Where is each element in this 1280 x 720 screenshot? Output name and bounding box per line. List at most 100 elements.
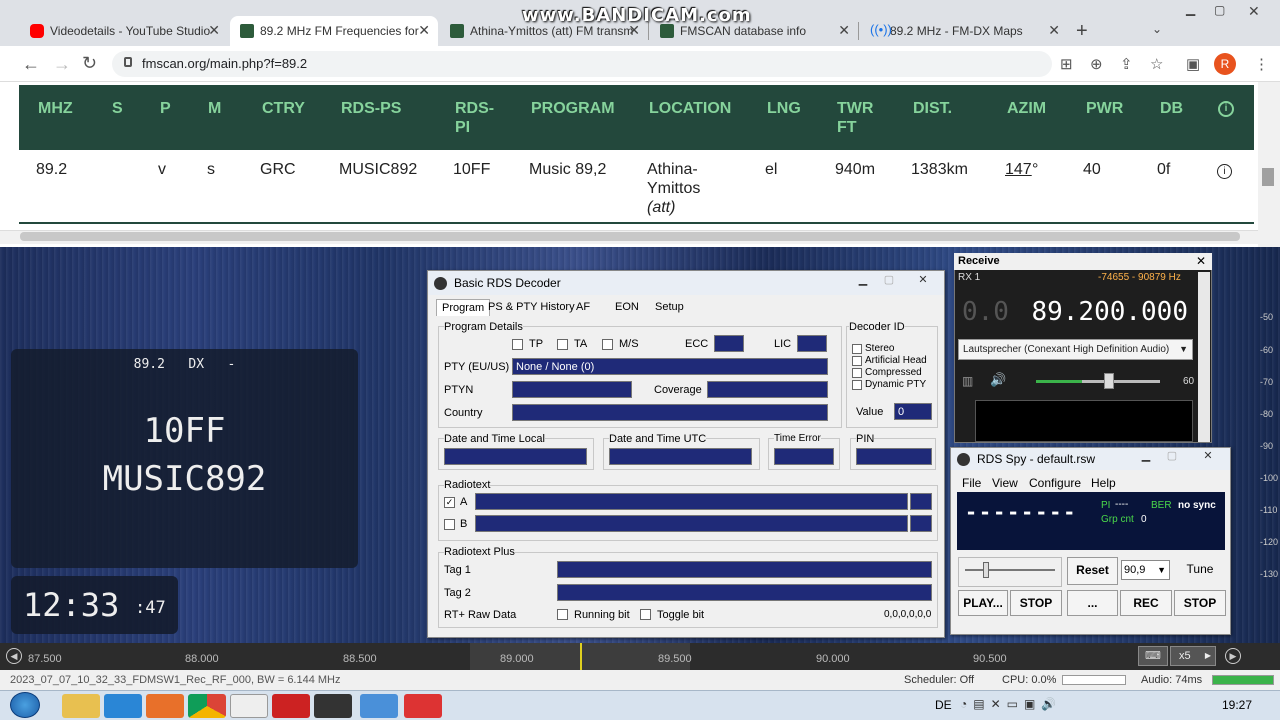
col-ctry[interactable]: CTRY: [262, 99, 305, 118]
frequency-select[interactable]: 90,9 ▼: [1121, 560, 1170, 580]
firefox-icon[interactable]: [146, 694, 184, 718]
tab-program[interactable]: Program: [436, 299, 491, 316]
close-icon[interactable]: ✕: [1196, 254, 1206, 268]
keyboard-icon[interactable]: ⌨: [1138, 646, 1168, 666]
bandicam-app-icon[interactable]: [404, 694, 442, 718]
tab-af[interactable]: AF: [576, 301, 590, 313]
window-title[interactable]: RDS Spy - default.rsw: [951, 448, 1230, 470]
row-info-icon[interactable]: i: [1217, 164, 1232, 179]
profile-avatar[interactable]: R: [1214, 53, 1236, 75]
rds-app-icon[interactable]: [230, 694, 268, 718]
zoom-icon[interactable]: ⊕: [1090, 55, 1103, 73]
scroll-left-icon[interactable]: ◀: [6, 648, 22, 664]
minimize-icon[interactable]: ▁: [1135, 449, 1157, 465]
menu-icon[interactable]: ⋮: [1254, 55, 1269, 73]
frequency-display[interactable]: 89.200.000: [958, 294, 1194, 330]
reload-icon[interactable]: ↻: [82, 53, 97, 74]
col-m[interactable]: M: [208, 99, 221, 118]
minimize-icon[interactable]: ▁: [1186, 2, 1195, 16]
maximize-icon[interactable]: ▢: [878, 273, 900, 289]
close-icon[interactable]: ✕: [912, 273, 934, 289]
cell-location[interactable]: Athina-Ymittos: [647, 160, 717, 198]
col-lng[interactable]: LNG: [767, 99, 801, 118]
stop-play-button[interactable]: STOP: [1010, 590, 1062, 616]
maximize-icon[interactable]: ▢: [1161, 449, 1183, 465]
col-pwr[interactable]: PWR: [1086, 99, 1123, 118]
col-s[interactable]: S: [112, 99, 123, 118]
close-icon[interactable]: ✕: [208, 22, 220, 39]
close-window-icon[interactable]: ✕: [1248, 3, 1260, 20]
record-app-icon[interactable]: [272, 694, 310, 718]
receive-title[interactable]: Receive: [954, 253, 1212, 270]
rt-a-checkbox[interactable]: ✓: [444, 497, 455, 508]
scroll-right-icon[interactable]: ▶: [1225, 648, 1241, 664]
volume-thumb[interactable]: [1104, 373, 1114, 389]
col-p[interactable]: P: [160, 99, 171, 118]
close-icon[interactable]: ✕: [838, 22, 850, 39]
col-dist[interactable]: DIST.: [913, 99, 952, 118]
reset-button[interactable]: Reset: [1067, 557, 1118, 585]
audio-device-select[interactable]: Lautsprecher (Conexant High Definition A…: [958, 339, 1193, 360]
close-icon[interactable]: ✕: [1197, 449, 1219, 465]
tp-checkbox[interactable]: [512, 339, 523, 350]
col-db[interactable]: DB: [1160, 99, 1183, 118]
bookmark-star-icon[interactable]: ☆: [1150, 55, 1163, 73]
artificial-head-checkbox[interactable]: [852, 356, 862, 366]
new-tab-button[interactable]: +: [1076, 20, 1088, 43]
minimize-icon[interactable]: ▁: [852, 273, 874, 289]
running-bit-checkbox[interactable]: [557, 609, 568, 620]
zoom-select[interactable]: x5 ▶: [1170, 646, 1216, 666]
menu-help[interactable]: Help: [1091, 476, 1116, 490]
tab-fmscan-frequencies[interactable]: 89.2 MHz FM Frequencies for ✕: [230, 16, 438, 46]
back-icon[interactable]: ←: [22, 54, 40, 75]
stop-rec-button[interactable]: STOP: [1174, 590, 1226, 616]
taskbar-clock[interactable]: 19:27: [1222, 698, 1252, 712]
forward-icon[interactable]: →: [53, 54, 71, 75]
speaker-icon[interactable]: 🔊: [990, 372, 1006, 388]
tray-icons[interactable]: ◔▤✕▭▣🔊: [960, 697, 1062, 711]
maximize-icon[interactable]: ▢: [1214, 3, 1225, 17]
ta-checkbox[interactable]: [557, 339, 568, 350]
tab-youtube[interactable]: Videodetails - YouTube Studio ✕: [20, 16, 228, 46]
col-location[interactable]: LOCATION: [649, 99, 731, 118]
col-azim[interactable]: AZIM: [1007, 99, 1046, 118]
ie-icon[interactable]: [104, 694, 142, 718]
ms-checkbox[interactable]: [602, 339, 613, 350]
language-indicator[interactable]: DE: [935, 698, 952, 712]
menu-view[interactable]: View: [992, 476, 1018, 490]
tune-button[interactable]: Tune: [1174, 557, 1226, 585]
receive-scrollbar[interactable]: [1198, 272, 1210, 442]
col-mhz[interactable]: MHZ: [38, 99, 73, 118]
menu-file[interactable]: File: [962, 476, 981, 490]
tab-ps-history[interactable]: PS & PTY History: [488, 301, 575, 313]
explorer-icon[interactable]: [62, 694, 100, 718]
menu-configure[interactable]: Configure: [1029, 476, 1081, 490]
toggle-bit-checkbox[interactable]: [640, 609, 651, 620]
chrome-icon[interactable]: [188, 694, 226, 718]
vertical-scroll-thumb[interactable]: [1262, 168, 1274, 186]
col-twr-ft[interactable]: TWR FT: [837, 99, 882, 137]
notes-app-icon[interactable]: [360, 694, 398, 718]
tab-setup[interactable]: Setup: [655, 301, 684, 313]
level-slider[interactable]: [958, 557, 1062, 587]
tab-fmdx-maps[interactable]: ((•)) 89.2 MHz - FM-DX Maps ✕: [860, 16, 1068, 46]
col-rds-ps[interactable]: RDS-PS: [341, 99, 401, 118]
col-program[interactable]: PROGRAM: [531, 99, 615, 118]
more-button[interactable]: ...: [1067, 590, 1118, 616]
dynamic-pty-checkbox[interactable]: [852, 380, 862, 390]
tab-search-icon[interactable]: ⌄: [1152, 22, 1162, 36]
sidepanel-icon[interactable]: ▣: [1186, 55, 1200, 73]
slider-thumb[interactable]: [983, 562, 989, 578]
rec-button[interactable]: REC: [1120, 590, 1172, 616]
translate-icon[interactable]: ⊞: [1060, 55, 1073, 73]
url-input[interactable]: fmscan.org/main.php?f=89.2: [112, 51, 1052, 77]
vertical-scrollbar[interactable]: [1258, 82, 1280, 247]
tab-eon[interactable]: EON: [615, 301, 639, 313]
compressed-checkbox[interactable]: [852, 368, 862, 378]
volume-slider[interactable]: [1036, 373, 1160, 389]
sdr-app-icon[interactable]: [314, 694, 352, 718]
play-button[interactable]: PLAY...: [958, 590, 1008, 616]
start-button[interactable]: [10, 692, 40, 718]
close-icon[interactable]: ✕: [418, 22, 430, 39]
close-icon[interactable]: ✕: [1048, 22, 1060, 39]
